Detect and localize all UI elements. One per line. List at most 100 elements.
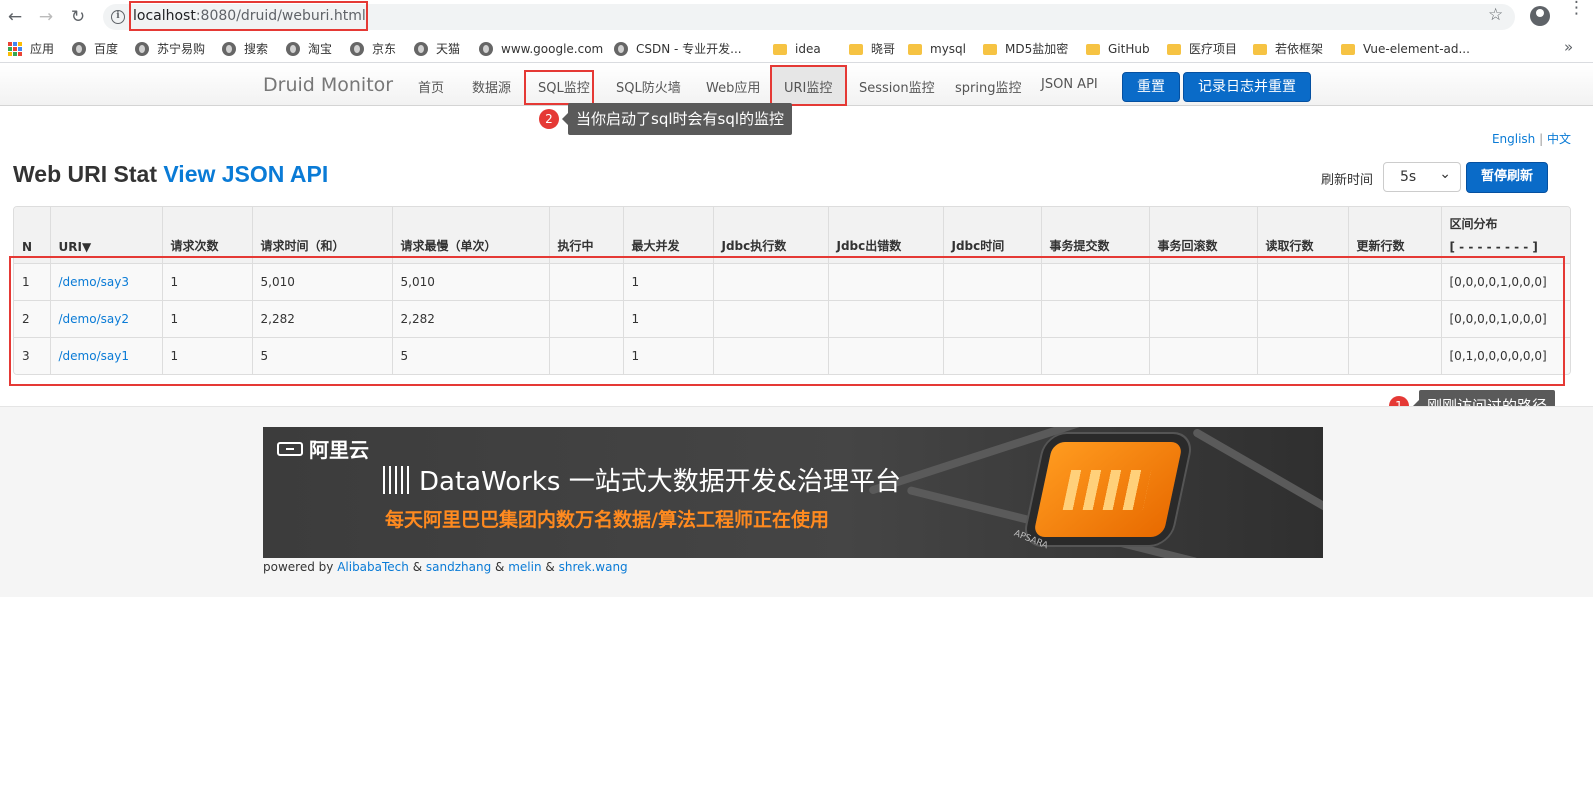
bookmark-item[interactable]: 应用 xyxy=(8,40,54,58)
lang-chinese-link[interactable]: 中文 xyxy=(1547,132,1571,146)
folder-icon xyxy=(1167,43,1181,55)
bookmark-label: CSDN - 专业开发... xyxy=(636,42,742,56)
bookmark-item[interactable]: Vue-element-ad... xyxy=(1341,40,1470,58)
bookmark-item[interactable]: 医疗项目 xyxy=(1167,40,1237,58)
bookmark-item[interactable]: 淘宝 xyxy=(286,40,332,58)
bookmark-item[interactable]: 搜索 xyxy=(222,40,268,58)
column-header-label: 最大并发 xyxy=(631,238,680,253)
language-switch: English | 中文 xyxy=(1492,130,1571,147)
bookmark-item[interactable]: CSDN - 专业开发... xyxy=(614,40,742,58)
column-header-label: 事务提交数 xyxy=(1049,238,1110,253)
info-icon[interactable]: i xyxy=(111,10,125,24)
nav-spring-monitor[interactable]: spring监控 xyxy=(955,77,1021,96)
folder-icon xyxy=(1253,43,1267,55)
folder-icon xyxy=(908,43,922,55)
column-header: 事务提交数 xyxy=(1040,207,1149,263)
column-header: 请求最慢（单次） xyxy=(391,207,549,263)
credit-amp: & xyxy=(545,560,555,574)
nav-web-app[interactable]: Web应用 xyxy=(706,77,760,96)
column-header-label: 事务回滚数 xyxy=(1157,238,1218,253)
column-header: N xyxy=(14,207,50,263)
column-header: 更新行数 xyxy=(1347,207,1441,263)
nav-datasource[interactable]: 数据源 xyxy=(472,77,511,96)
column-header[interactable]: URI▼ xyxy=(49,207,162,263)
column-header-label: Jdbc执行数 xyxy=(721,238,787,253)
lang-separator: | xyxy=(1539,132,1544,146)
bookmark-item[interactable]: MD5盐加密 xyxy=(983,40,1068,58)
column-header: 区间分布 [ - - - - - - - - ] xyxy=(1440,207,1570,263)
bookmark-item[interactable]: 百度 xyxy=(72,40,118,58)
nav-home[interactable]: 首页 xyxy=(418,77,444,96)
bookmark-label: www.google.com xyxy=(501,42,604,56)
bookmark-item[interactable]: 苏宁易购 xyxy=(135,40,205,58)
credit-link-sandzhang[interactable]: sandzhang xyxy=(426,560,491,574)
nav-sql-firewall[interactable]: SQL防火墙 xyxy=(616,77,681,96)
refresh-interval-value: 5s xyxy=(1400,169,1417,185)
bookmark-label: 天猫 xyxy=(436,42,461,56)
reload-icon[interactable]: ↻ xyxy=(67,6,89,28)
bookmark-label: mysql xyxy=(930,42,966,56)
log-and-reset-button[interactable]: 记录日志并重置 xyxy=(1183,72,1311,102)
globe-icon xyxy=(350,42,364,56)
refresh-interval-select[interactable]: 5s xyxy=(1383,160,1461,192)
globe-icon xyxy=(135,42,149,56)
bookmark-label: 晓哥 xyxy=(871,42,896,56)
bookmark-item[interactable]: mysql xyxy=(908,40,966,58)
aliyun-logo: 阿里云 xyxy=(277,434,369,463)
column-header: Jdbc时间 xyxy=(942,207,1041,263)
folder-icon xyxy=(1341,43,1355,55)
sql-monitor-highlight-box xyxy=(524,70,594,105)
credit-link-melin[interactable]: melin xyxy=(508,560,541,574)
credit-amp: & xyxy=(412,560,423,574)
forward-icon[interactable]: → xyxy=(35,6,57,28)
nav-session-monitor[interactable]: Session监控 xyxy=(859,77,935,96)
bookmarks-bar: 应用 百度 苏宁易购 搜索 淘宝 京东 天猫 www.google.com CSDN - 专业开… xyxy=(0,35,1593,63)
bookmark-item[interactable]: 天猫 xyxy=(414,40,460,58)
credit-link-shrek[interactable]: shrek.wang xyxy=(559,560,628,574)
banner-circuit-line xyxy=(1191,427,1323,515)
column-header-label: 更新行数 xyxy=(1356,238,1405,253)
aliyun-logo-text: 阿里云 xyxy=(309,438,369,462)
bookmark-label: 应用 xyxy=(30,42,55,56)
banner-title: DataWorks 一站式大数据开发&治理平台 xyxy=(383,461,901,498)
profile-icon[interactable] xyxy=(1530,6,1550,26)
column-header: 执行中 xyxy=(548,207,623,263)
browser-menu-icon[interactable]: ⋮ xyxy=(1568,0,1585,17)
brand[interactable]: Druid Monitor xyxy=(263,74,393,96)
bookmark-label: 百度 xyxy=(94,42,119,56)
banner-subtitle: 每天阿里巴巴集团内数万名数据/算法工程师正在使用 xyxy=(385,509,829,531)
bookmark-label: 医疗项目 xyxy=(1189,42,1238,56)
column-header: 最大并发 xyxy=(622,207,713,263)
column-header: 事务回滚数 xyxy=(1148,207,1257,263)
annotation-badge-2: 2 xyxy=(539,109,559,129)
column-header-label: 执行中 xyxy=(557,238,594,253)
bookmark-item[interactable]: GitHub xyxy=(1086,40,1150,58)
bookmark-item[interactable]: 京东 xyxy=(350,40,396,58)
dataworks-banner[interactable]: 阿里云 DataWorks 一站式大数据开发&治理平台 每天阿里巴巴集团内数万名… xyxy=(263,427,1323,558)
bookmarks-more-icon[interactable]: » xyxy=(1564,38,1573,56)
globe-icon xyxy=(614,42,628,56)
bookmark-item[interactable]: idea xyxy=(773,40,821,58)
reset-button[interactable]: 重置 xyxy=(1122,72,1180,102)
uri-monitor-highlight-box xyxy=(770,65,847,106)
bookmark-star-icon[interactable]: ☆ xyxy=(1488,5,1503,25)
pause-refresh-button[interactable]: 暂停刷新 xyxy=(1466,162,1549,193)
column-header-label: N xyxy=(22,239,33,254)
bookmark-item[interactable]: 晓哥 xyxy=(849,40,895,58)
credit-link-alibabatech[interactable]: AlibabaTech xyxy=(337,560,409,574)
lang-english-link[interactable]: English xyxy=(1492,132,1535,146)
back-icon[interactable]: ← xyxy=(4,6,26,28)
bookmark-label: 苏宁易购 xyxy=(157,42,206,56)
globe-icon xyxy=(479,42,493,56)
bookmark-label: 搜索 xyxy=(244,42,269,56)
banner-chip-graphic xyxy=(1032,442,1184,537)
bookmark-item[interactable]: www.google.com xyxy=(479,40,603,58)
nav-json-api[interactable]: JSON API xyxy=(1041,77,1098,92)
column-header-label: 请求次数 xyxy=(170,238,219,253)
view-json-api-link[interactable]: View JSON API xyxy=(163,161,328,187)
browser-toolbar: ← → ↻ i localhost:8080/druid/weburi.html… xyxy=(0,0,1593,33)
bookmark-item[interactable]: 若依框架 xyxy=(1253,40,1323,58)
credit-amp: & xyxy=(495,560,505,574)
table-header-row: N URI▼ 请求次数 请求时间（和） 请求最慢（单次） 执行中 最大并发 Jdbc执行数 Jd… xyxy=(14,207,1570,263)
folder-icon xyxy=(1086,43,1100,55)
